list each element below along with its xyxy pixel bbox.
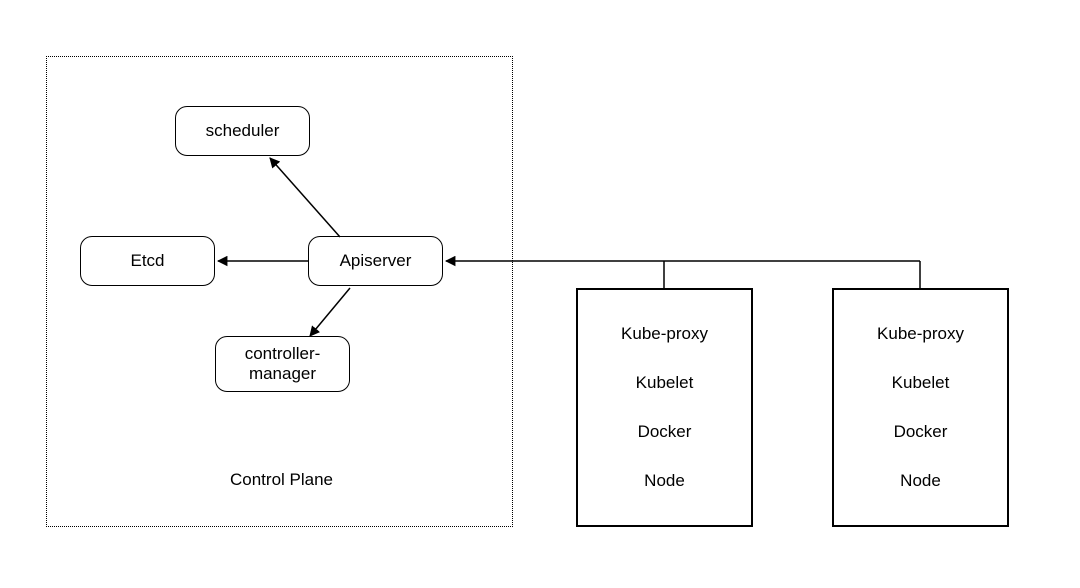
connectors: [0, 0, 1080, 588]
diagram-canvas: Control Plane scheduler Etcd Apiserver c…: [0, 0, 1080, 588]
